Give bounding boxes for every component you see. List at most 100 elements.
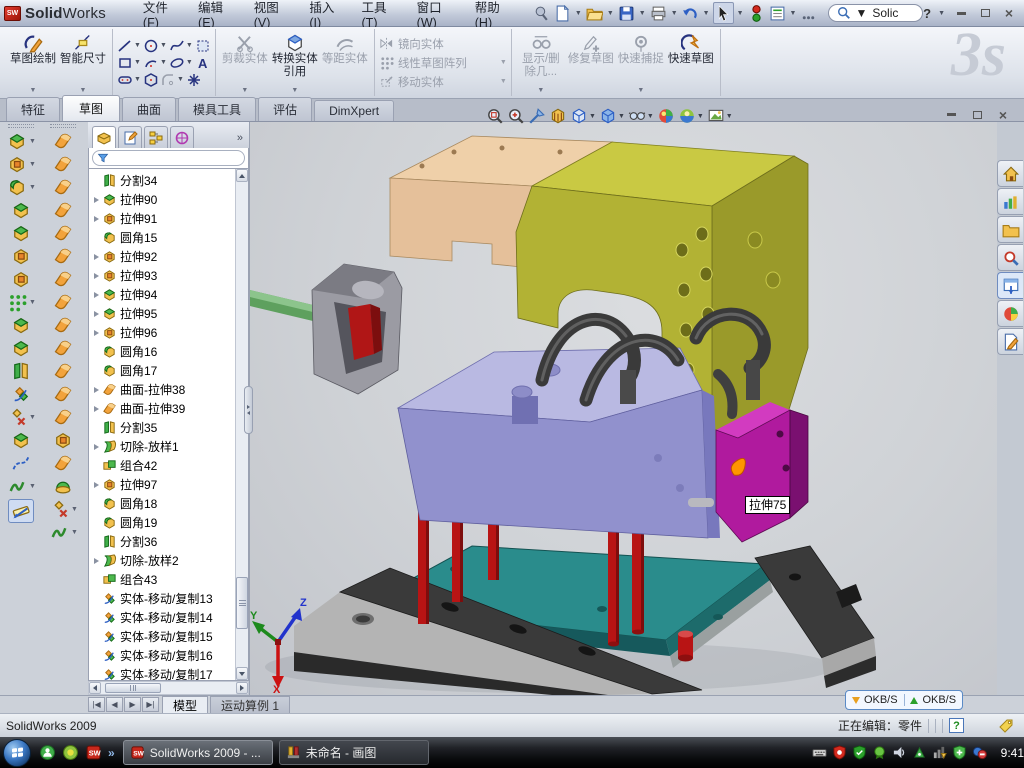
tray-shield-plus-icon[interactable] xyxy=(952,745,967,760)
restore-button[interactable] xyxy=(976,6,994,21)
surfaces-thicken-surface-button[interactable] xyxy=(52,453,74,473)
save-dropdown-icon[interactable]: ▼ xyxy=(639,10,646,17)
task-list-dropdown-icon[interactable]: ▼ xyxy=(790,10,797,17)
zoom-selected-button[interactable] xyxy=(528,107,546,125)
expand-arrow-icon[interactable] xyxy=(92,330,101,336)
select-dropdown-icon[interactable]: ▼ xyxy=(737,10,744,17)
dropdown-icon[interactable]: ▼ xyxy=(637,87,644,94)
quicklaunch-messenger-icon[interactable] xyxy=(39,744,56,761)
scroll-right-button[interactable] xyxy=(236,682,248,694)
dropdown-icon[interactable]: ▼ xyxy=(29,184,36,191)
surfaces-ruled-surface-button[interactable] xyxy=(52,315,74,335)
taskbar-window-1[interactable]: 未命名 - 画图 xyxy=(279,740,429,765)
features-move-copy-body-button[interactable] xyxy=(10,384,32,404)
sketch-circle-button[interactable]: ▼ xyxy=(143,38,168,54)
dropdown-icon[interactable]: ▼ xyxy=(134,42,141,49)
tray-sync-balls-icon[interactable] xyxy=(972,745,987,760)
tree-item[interactable]: 圆角19 xyxy=(89,513,235,532)
menu-window[interactable]: 窗口(W) xyxy=(404,0,462,26)
search-dropdown-icon[interactable]: ▼ xyxy=(855,6,867,20)
doc-close-button[interactable]: × xyxy=(994,107,1012,122)
tab-nav-next-button[interactable]: ▶ xyxy=(124,697,141,712)
model-magenta-block[interactable] xyxy=(716,402,808,542)
taskpane-solidworks-resources[interactable] xyxy=(997,160,1023,187)
scroll-down-button[interactable] xyxy=(236,667,248,680)
dropdown-icon[interactable]: ▼ xyxy=(71,529,78,536)
view-settings-button[interactable]: ▼ xyxy=(707,107,733,125)
viewport-3d[interactable]: Y Z X 拉伸75 xyxy=(250,122,997,695)
toolbar-overflow-button[interactable] xyxy=(799,2,818,24)
tree-item[interactable]: 实体-移动/复制15 xyxy=(89,627,235,646)
tree-item[interactable]: 圆角18 xyxy=(89,494,235,513)
dropdown-icon[interactable]: ▼ xyxy=(160,59,167,66)
dropdown-icon[interactable]: ▼ xyxy=(618,113,625,120)
surfaces-knit-surface-button[interactable] xyxy=(52,338,74,358)
features-freeform-button[interactable] xyxy=(10,430,32,450)
taskpane-custom-properties[interactable] xyxy=(997,328,1023,355)
task-list-button[interactable] xyxy=(768,2,787,24)
surfaces-dome-surface-button[interactable] xyxy=(52,476,74,496)
taskpane-appearances-scenes[interactable] xyxy=(997,300,1023,327)
expand-arrow-icon[interactable] xyxy=(92,387,101,393)
tray-volume-icon[interactable] xyxy=(892,745,907,760)
cmd-move-entities-button[interactable]: 移动实体▼ xyxy=(379,74,507,90)
cmd-mirror-entities-button[interactable]: 镜向实体 xyxy=(379,36,507,52)
dropdown-icon[interactable]: ▼ xyxy=(29,161,36,168)
status-help-icon[interactable]: ? xyxy=(949,718,964,733)
expand-arrow-icon[interactable] xyxy=(92,273,101,279)
surfaces-filled-surface-button[interactable] xyxy=(52,246,74,266)
sketch-sketch-fillet-button[interactable]: ▼ xyxy=(160,72,185,88)
surfaces-planar-surface-button[interactable] xyxy=(52,269,74,289)
taskpane-view-palette[interactable] xyxy=(997,272,1023,299)
menu-insert[interactable]: 插入(I) xyxy=(296,0,348,26)
tag-icon[interactable] xyxy=(998,718,1014,734)
open-dropdown-icon[interactable]: ▼ xyxy=(607,10,614,17)
panel-tab-featuremanager-tree[interactable] xyxy=(92,126,116,148)
tree-item[interactable]: 曲面-拉伸39 xyxy=(89,399,235,418)
features-measure-button[interactable] xyxy=(8,499,34,523)
scroll-left-button[interactable] xyxy=(89,682,101,694)
sketch-ellipse-button[interactable]: ▼ xyxy=(169,55,194,71)
features-helix-button[interactable]: ▼ xyxy=(6,476,36,496)
expand-arrow-icon[interactable] xyxy=(92,406,101,412)
expand-arrow-icon[interactable] xyxy=(92,216,101,222)
dropdown-icon[interactable]: ▼ xyxy=(186,42,193,49)
tree-item[interactable]: 拉伸92 xyxy=(89,247,235,266)
tray-badge-green-icon[interactable] xyxy=(872,745,887,760)
cmd-offset-button[interactable]: 等距实体 xyxy=(320,30,370,96)
new-document-dropdown-icon[interactable]: ▼ xyxy=(575,10,582,17)
surfaces-delete-hole-button[interactable] xyxy=(52,430,74,450)
tree-item[interactable]: 拉伸95 xyxy=(89,304,235,323)
tree-item[interactable]: 实体-移动/复制16 xyxy=(89,646,235,665)
search-input[interactable]: Solic xyxy=(872,6,898,20)
panel-overflow-button[interactable]: » xyxy=(237,132,247,148)
panel-collapse-handle[interactable] xyxy=(244,386,253,434)
pin-button[interactable] xyxy=(532,2,551,24)
dropdown-icon[interactable]: ▼ xyxy=(647,113,654,120)
select-button[interactable] xyxy=(713,2,734,24)
dropdown-icon[interactable]: ▼ xyxy=(30,87,37,94)
features-shell-button[interactable] xyxy=(10,246,32,266)
tree-horizontal-scrollbar[interactable] xyxy=(88,681,249,695)
tray-antivirus-green-icon[interactable] xyxy=(852,745,867,760)
tab-nav-prev-button[interactable]: ◀ xyxy=(106,697,123,712)
tree-item[interactable]: 分割35 xyxy=(89,418,235,437)
features-extruded-boss-button[interactable]: ▼ xyxy=(6,131,36,151)
cmd-repair-sketch-button[interactable]: 修复草图 xyxy=(566,30,616,96)
features-lofted-boss-button[interactable] xyxy=(10,223,32,243)
quicklaunch-media-app-icon[interactable] xyxy=(62,744,79,761)
tree-item[interactable]: 组合42 xyxy=(89,456,235,475)
minimize-button[interactable] xyxy=(952,6,970,21)
view-orientation-button[interactable]: ▼ xyxy=(570,107,596,125)
tree-filter-input[interactable] xyxy=(92,150,245,166)
tab-nav-last-button[interactable]: ▶| xyxy=(142,697,159,712)
surfaces-trim-surface-button[interactable] xyxy=(52,361,74,381)
tree-item[interactable]: 分割36 xyxy=(89,532,235,551)
dropdown-icon[interactable]: ▼ xyxy=(589,113,596,120)
tree-item[interactable]: 实体-移动/复制17 xyxy=(89,665,235,681)
taskpane-solidworks-search[interactable] xyxy=(997,244,1023,271)
menu-file[interactable]: 文件(F) xyxy=(130,0,185,26)
expand-arrow-icon[interactable] xyxy=(92,482,101,488)
menu-view[interactable]: 视图(V) xyxy=(241,0,297,26)
cmd-smart-dimension-button[interactable]: 智能尺寸▼ xyxy=(58,30,108,96)
